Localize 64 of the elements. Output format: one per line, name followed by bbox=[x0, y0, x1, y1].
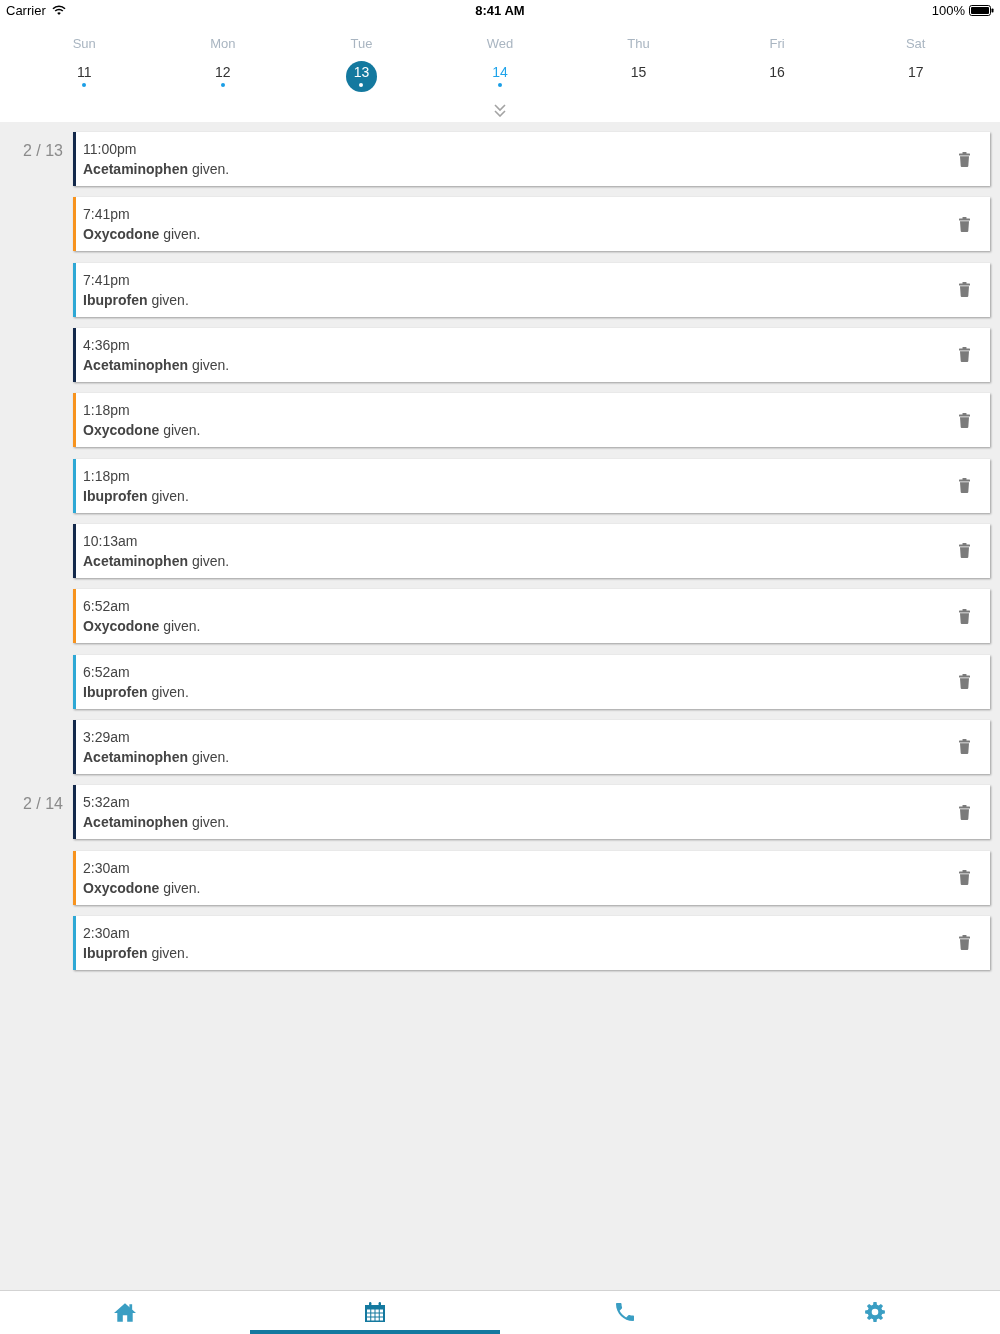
time-label: 11:00pm bbox=[83, 140, 137, 159]
time-label: 2:30am bbox=[83, 858, 130, 878]
entry-text: Ibuprofen given. bbox=[83, 943, 189, 963]
date-button[interactable]: 13 bbox=[345, 61, 377, 92]
entry-text: Oxycodone given. bbox=[83, 421, 201, 441]
entry-text: Acetaminophen given. bbox=[83, 160, 230, 179]
entry-text: Acetaminophen given. bbox=[83, 551, 230, 571]
date-heading: 2 / 13 bbox=[22, 141, 63, 161]
trash-icon[interactable] bbox=[959, 870, 970, 886]
time-label: 1:18pm bbox=[83, 466, 130, 486]
time-label: 10:13am bbox=[83, 531, 138, 551]
date-heading: 2 / 14 bbox=[22, 794, 63, 815]
time-label: 7:41pm bbox=[83, 270, 130, 290]
date-button[interactable]: 16 bbox=[761, 61, 793, 92]
trash-icon[interactable] bbox=[959, 935, 970, 951]
time-label: 6:52am bbox=[83, 662, 130, 682]
entry-text: Ibuprofen given. bbox=[83, 290, 189, 310]
entry-text: Oxycodone given. bbox=[83, 617, 201, 637]
wifi-icon bbox=[51, 5, 66, 15]
battery-icon bbox=[969, 4, 994, 16]
trash-icon[interactable] bbox=[959, 412, 970, 428]
home-icon bbox=[114, 1302, 136, 1322]
date-button[interactable]: 11 bbox=[68, 61, 100, 92]
date-button[interactable]: 17 bbox=[900, 61, 932, 92]
weekday-label: Wed bbox=[486, 36, 514, 52]
trash-icon[interactable] bbox=[959, 478, 970, 494]
time-label: 6:52am bbox=[83, 597, 130, 617]
weekday-label: Sun bbox=[72, 36, 96, 52]
trash-icon[interactable] bbox=[959, 674, 970, 690]
expand-chevron-icon[interactable] bbox=[494, 104, 506, 117]
entry-text: Ibuprofen given. bbox=[83, 682, 189, 702]
time-label: 1:18pm bbox=[83, 401, 130, 421]
trash-icon[interactable] bbox=[959, 608, 970, 624]
status-time: 8:41 AM bbox=[475, 2, 525, 18]
trash-icon[interactable] bbox=[959, 151, 970, 167]
entry-text: Acetaminophen given. bbox=[83, 356, 230, 375]
weekday-label: Tue bbox=[350, 36, 373, 52]
weekday-label: Fri bbox=[769, 36, 785, 52]
time-label: 2:30am bbox=[83, 923, 130, 943]
entry-text: Acetaminophen given. bbox=[83, 747, 230, 767]
entry-text: Oxycodone given. bbox=[83, 225, 201, 245]
settings-icon bbox=[865, 1302, 885, 1322]
trash-icon[interactable] bbox=[959, 282, 970, 298]
time-label: 7:41pm bbox=[83, 205, 130, 225]
entry-text: Ibuprofen given. bbox=[83, 486, 189, 506]
battery-percent: 100% bbox=[931, 2, 965, 18]
time-label: 5:32am bbox=[83, 793, 130, 813]
trash-icon[interactable] bbox=[959, 739, 970, 755]
calendar-icon bbox=[364, 1301, 386, 1323]
entry-text: Oxycodone given. bbox=[83, 878, 201, 898]
trash-icon[interactable] bbox=[959, 347, 970, 363]
phone-icon bbox=[616, 1303, 634, 1321]
carrier-label: Carrier bbox=[6, 2, 46, 18]
entry-text: Acetaminophen given. bbox=[83, 813, 230, 833]
time-label: 4:36pm bbox=[83, 336, 130, 355]
date-button[interactable]: 15 bbox=[623, 61, 655, 92]
time-label: 3:29am bbox=[83, 727, 130, 747]
weekday-label: Thu bbox=[627, 36, 650, 52]
weekday-label: Sat bbox=[905, 36, 926, 52]
trash-icon[interactable] bbox=[959, 216, 970, 232]
date-button[interactable]: 12 bbox=[207, 61, 239, 92]
trash-icon[interactable] bbox=[959, 804, 970, 820]
weekday-label: Mon bbox=[210, 36, 236, 52]
trash-icon[interactable] bbox=[959, 543, 970, 559]
